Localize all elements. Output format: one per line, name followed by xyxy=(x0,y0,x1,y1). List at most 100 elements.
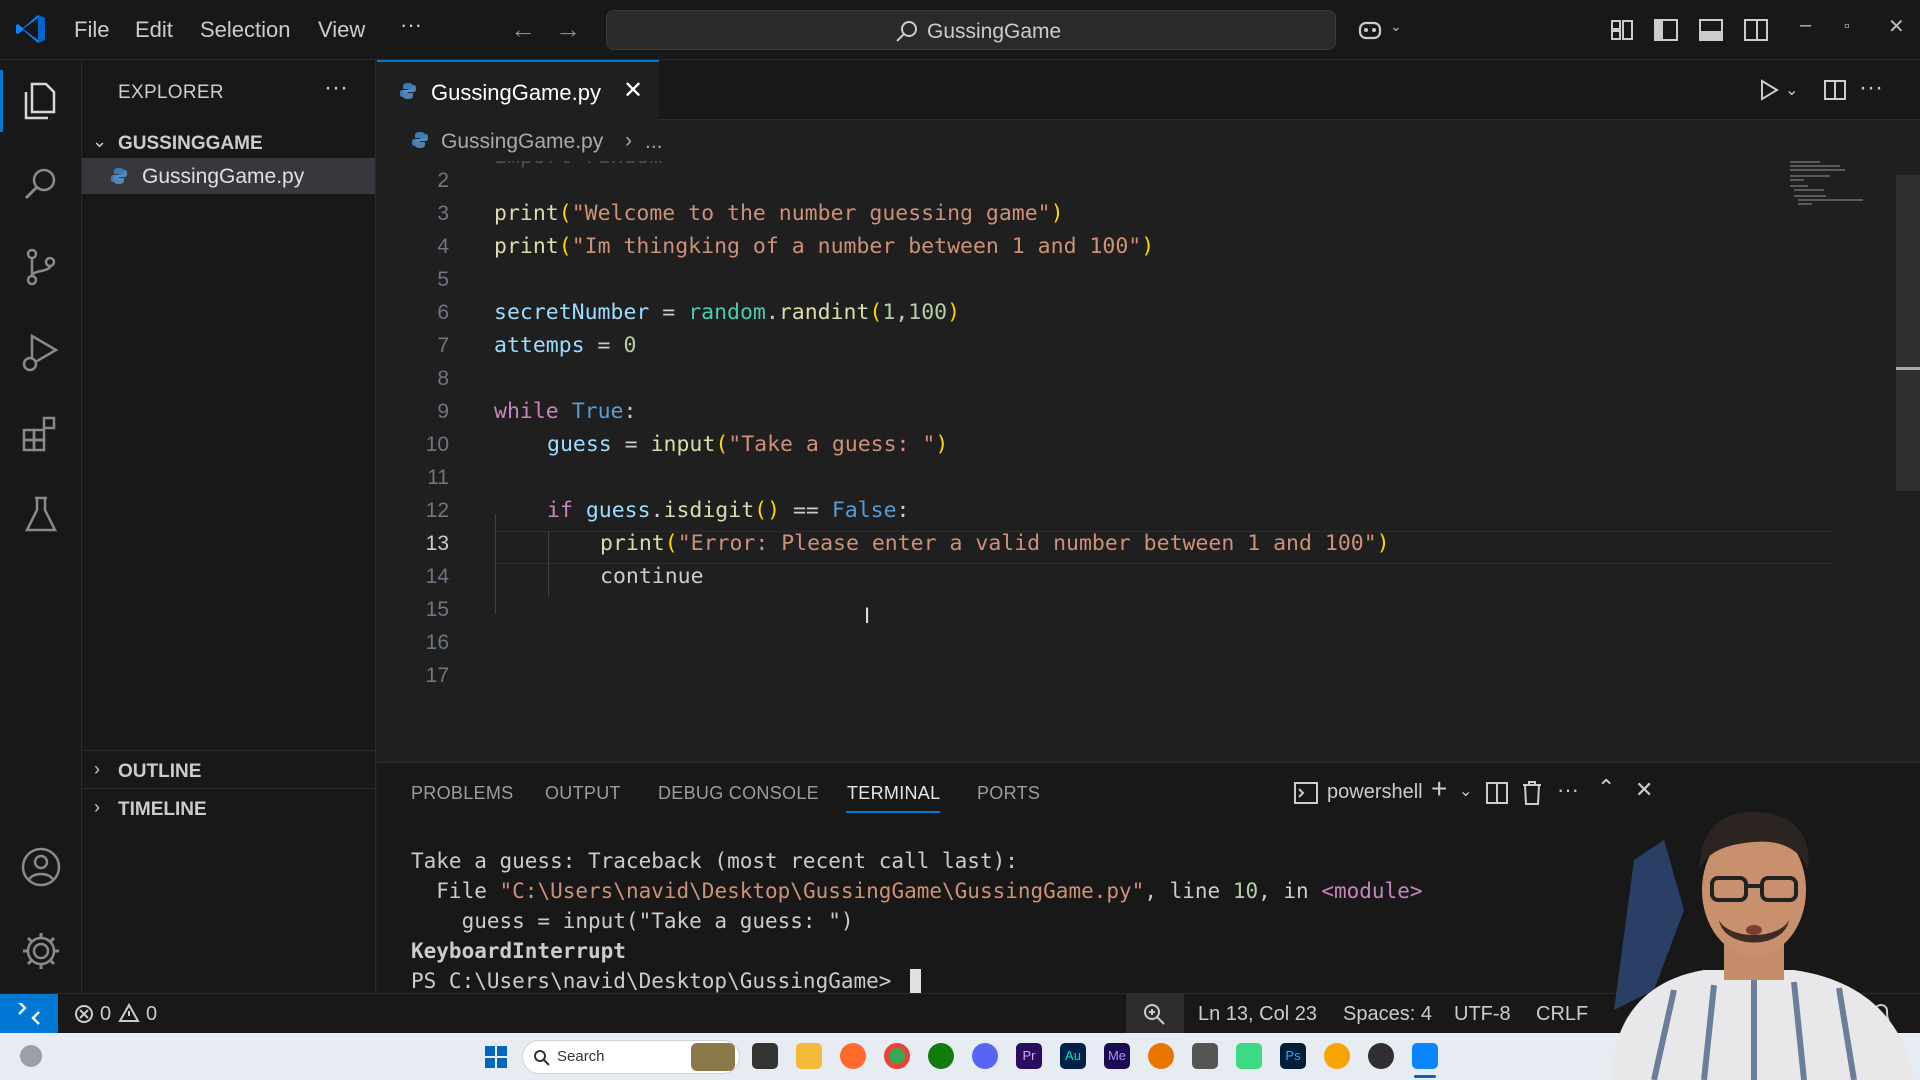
accounts-icon[interactable] xyxy=(18,844,64,890)
tab-debug-console[interactable]: DEBUG CONSOLE xyxy=(658,783,819,804)
back-arrow-icon[interactable]: ← xyxy=(510,14,536,45)
file-explorer-icon[interactable] xyxy=(796,1043,822,1069)
taskbar-search[interactable]: Search xyxy=(522,1040,740,1074)
encoding[interactable]: UTF-8 xyxy=(1454,1003,1511,1026)
tab-output[interactable]: OUTPUT xyxy=(545,783,621,804)
breadcrumb-file[interactable]: GussingGame.py xyxy=(441,130,603,154)
terminal-line-1: Take a guess: Traceback (most recent cal… xyxy=(411,849,1018,873)
run-debug-icon[interactable] xyxy=(18,328,64,374)
folder-section-gussinggame[interactable]: ⌄ GUSSINGGAME xyxy=(82,126,376,160)
menu-more[interactable]: ··· xyxy=(400,12,422,38)
breadcrumb: GussingGame.py › ... xyxy=(377,121,1920,161)
blender-icon[interactable] xyxy=(1148,1043,1174,1069)
cursor-position[interactable]: Ln 13, Col 23 xyxy=(1198,1003,1317,1026)
code-line-10: guess = input("Take a guess: ") xyxy=(547,432,949,457)
line-number: 5 xyxy=(437,268,449,291)
minimize-icon[interactable]: – xyxy=(1800,14,1811,37)
shell-name[interactable]: powershell xyxy=(1327,781,1423,804)
warning-count[interactable]: 0 xyxy=(146,1003,157,1026)
tab-terminal[interactable]: TERMINAL xyxy=(847,783,940,804)
terminal-prompt[interactable]: PS C:\Users\navid\Desktop\GussingGame> xyxy=(411,966,922,996)
indent-guide xyxy=(548,531,549,597)
settings-gear-icon[interactable] xyxy=(18,928,64,974)
forward-arrow-icon[interactable]: → xyxy=(555,14,581,45)
split-terminal-icon[interactable] xyxy=(1485,781,1509,805)
vscode-logo-icon xyxy=(16,15,45,43)
menu-view[interactable]: View xyxy=(318,17,365,43)
xbox-icon[interactable] xyxy=(928,1043,954,1069)
customize-layout-icon[interactable] xyxy=(1608,16,1636,44)
file-item-gussinggame[interactable]: GussingGame.py xyxy=(82,158,375,194)
tab-close-icon[interactable]: ✕ xyxy=(623,76,643,105)
menu-edit[interactable]: Edit xyxy=(135,17,173,43)
folder-name: GUSSINGGAME xyxy=(118,133,263,154)
tab-gussinggame[interactable]: GussingGame.py ✕ xyxy=(377,60,659,120)
premiere-icon[interactable]: Pr xyxy=(1016,1043,1042,1069)
tab-label: GussingGame.py xyxy=(431,80,601,105)
explorer-icon[interactable] xyxy=(18,78,64,124)
copilot-icon[interactable] xyxy=(1356,16,1384,44)
restore-icon[interactable]: ▫ xyxy=(1844,18,1850,36)
remote-indicator[interactable] xyxy=(0,994,58,1034)
code-editor[interactable]: import random 2 3 4 5 6 7 8 9 10 11 12 1… xyxy=(377,161,1920,761)
toggle-secondary-sidebar-icon[interactable] xyxy=(1742,16,1770,44)
menu-selection[interactable]: Selection xyxy=(200,17,291,43)
editor-more-actions-icon[interactable]: ··· xyxy=(1859,74,1883,102)
toggle-primary-sidebar-icon[interactable] xyxy=(1652,16,1680,44)
terminal-line-3: guess = input("Take a guess: ") xyxy=(411,909,854,933)
testing-flask-icon[interactable] xyxy=(18,492,64,538)
line-number: 12 xyxy=(425,499,449,522)
run-chevron-down-icon[interactable]: ⌄ xyxy=(1785,80,1798,100)
python-file-icon xyxy=(111,168,127,184)
terminal-line-2: File "C:\Users\navid\Desktop\GussingGame… xyxy=(411,879,1423,903)
split-editor-icon[interactable] xyxy=(1823,78,1847,102)
obs-icon[interactable] xyxy=(1368,1043,1394,1069)
trash-icon[interactable] xyxy=(1521,780,1543,806)
windows-start-icon[interactable] xyxy=(484,1045,508,1069)
chrome-icon[interactable] xyxy=(884,1043,910,1069)
tab-ports[interactable]: PORTS xyxy=(977,783,1040,804)
minimap[interactable] xyxy=(1790,161,1870,281)
firefox-icon[interactable] xyxy=(840,1043,866,1069)
breadcrumb-more[interactable]: ... xyxy=(645,130,663,154)
widgets-icon[interactable] xyxy=(20,1045,42,1067)
command-center-search[interactable]: GussingGame xyxy=(606,10,1336,50)
extensions-icon[interactable] xyxy=(18,410,64,456)
error-count[interactable]: 0 xyxy=(100,1003,111,1026)
title-bar: File Edit Selection View ··· ← → Gussing… xyxy=(0,0,1920,60)
search-highlight-icon xyxy=(691,1043,735,1071)
line-number: 17 xyxy=(425,664,449,687)
audition-icon[interactable]: Au xyxy=(1060,1043,1086,1069)
media-encoder-icon[interactable]: Me xyxy=(1104,1043,1130,1069)
android-icon[interactable] xyxy=(1236,1043,1262,1069)
copilot-chevron-down-icon[interactable]: ⌄ xyxy=(1390,18,1402,35)
toggle-panel-icon[interactable] xyxy=(1697,16,1725,44)
task-view-icon[interactable] xyxy=(752,1043,778,1069)
app-orange-icon[interactable] xyxy=(1324,1043,1350,1069)
photoshop-icon[interactable]: Ps xyxy=(1280,1043,1306,1069)
search-text: GussingGame xyxy=(927,20,1062,43)
explorer-more-actions-icon[interactable]: ··· xyxy=(324,74,348,102)
indent-guide xyxy=(495,514,496,614)
new-terminal-plus-icon[interactable]: + xyxy=(1431,773,1447,805)
zoom-indicator[interactable] xyxy=(1126,994,1184,1034)
window-close-icon[interactable]: ✕ xyxy=(1888,14,1905,39)
menu-file[interactable]: File xyxy=(74,17,109,43)
search-sidebar-icon[interactable] xyxy=(18,162,64,208)
tab-problems[interactable]: PROBLEMS xyxy=(411,783,513,804)
source-control-icon[interactable] xyxy=(18,244,64,290)
outline-section[interactable]: › OUTLINE xyxy=(82,754,376,788)
new-terminal-chevron-icon[interactable]: ⌄ xyxy=(1459,781,1472,801)
line-ending[interactable]: CRLF xyxy=(1536,1003,1588,1026)
panel-more-actions-icon[interactable]: ··· xyxy=(1557,777,1579,803)
calendar-icon[interactable] xyxy=(1192,1043,1218,1069)
line-number: 3 xyxy=(437,202,449,225)
discord-icon[interactable] xyxy=(972,1043,998,1069)
run-file-icon[interactable] xyxy=(1757,78,1781,102)
timeline-section[interactable]: › TIMELINE xyxy=(82,792,376,826)
vscode-taskbar-icon[interactable] xyxy=(1412,1043,1438,1069)
chevron-right-icon: › xyxy=(94,759,100,779)
editor-scrollbar[interactable] xyxy=(1896,175,1920,491)
indentation[interactable]: Spaces: 4 xyxy=(1343,1003,1432,1026)
remote-icon xyxy=(18,1003,40,1025)
